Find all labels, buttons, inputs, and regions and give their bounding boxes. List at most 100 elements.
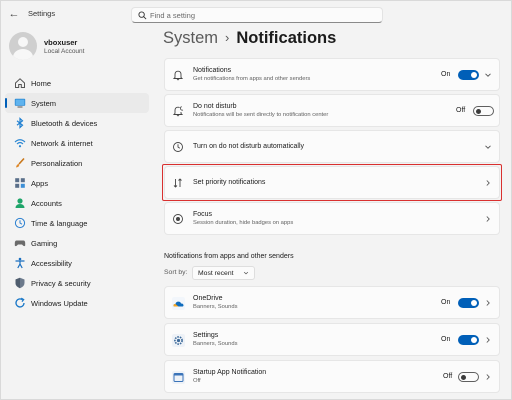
focus-card[interactable]: Focus Session duration, hide badges on a… xyxy=(164,202,500,235)
chevron-down-icon xyxy=(243,271,249,275)
sidebar-item-label: Privacy & security xyxy=(31,279,91,288)
sidebar-item-accounts[interactable]: Accounts xyxy=(5,193,149,213)
card-subtitle: Session duration, hide badges on apps xyxy=(193,220,294,226)
chevron-right-icon[interactable] xyxy=(484,215,492,223)
app-name: Startup App Notification xyxy=(193,369,267,376)
sidebar-item-label: Accounts xyxy=(31,199,62,208)
sidebar-item-privacy-security[interactable]: Privacy & security xyxy=(5,273,149,293)
app-detail: Banners, Sounds xyxy=(193,341,238,347)
page-title: Notifications xyxy=(236,29,337,47)
startup-app-toggle[interactable] xyxy=(458,372,479,382)
app-title: Settings xyxy=(28,9,56,18)
wifi-icon xyxy=(14,139,26,148)
globe-clock-icon xyxy=(14,217,26,229)
chevron-right-icon[interactable] xyxy=(484,336,492,344)
gamepad-icon xyxy=(14,240,26,247)
moon-bell-icon xyxy=(172,106,184,117)
sidebar-nav: Home System Bluetooth & devices Network … xyxy=(5,73,149,313)
onedrive-icon xyxy=(172,297,185,310)
do-not-disturb-card[interactable]: Do not disturb Notifications will be sen… xyxy=(164,94,500,127)
chevron-right-icon[interactable] xyxy=(484,373,492,381)
search-box[interactable] xyxy=(131,7,383,23)
chevron-right-icon[interactable] xyxy=(484,299,492,307)
app-detail: Off xyxy=(193,378,201,384)
sidebar-item-label: Home xyxy=(31,79,52,88)
app-detail: Banners, Sounds xyxy=(193,304,238,310)
avatar xyxy=(9,32,37,60)
notifications-card[interactable]: Notifications Get notifications from app… xyxy=(164,58,500,91)
chevron-right-icon[interactable] xyxy=(484,179,492,187)
onedrive-toggle[interactable] xyxy=(458,298,479,308)
app-name: Settings xyxy=(193,332,219,339)
search-icon xyxy=(138,11,147,20)
breadcrumb-separator: › xyxy=(225,30,230,45)
sidebar-item-personalization[interactable]: Personalization xyxy=(5,153,149,173)
accessibility-icon xyxy=(15,257,25,269)
shield-icon xyxy=(15,277,25,289)
notifications-toggle[interactable] xyxy=(458,70,479,80)
sidebar-item-home[interactable]: Home xyxy=(5,73,149,93)
accounts-icon xyxy=(15,198,25,208)
system-icon xyxy=(14,98,26,108)
sidebar-item-time-language[interactable]: Time & language xyxy=(5,213,149,233)
chevron-down-icon[interactable] xyxy=(484,71,492,79)
account-type: Local Account xyxy=(44,48,85,55)
sidebar-item-label: Windows Update xyxy=(31,299,88,308)
search-input[interactable] xyxy=(150,10,375,21)
app-row-settings[interactable]: Settings Banners, Sounds On xyxy=(164,323,500,356)
app-row-startup-app-notification[interactable]: Startup App Notification Off Off xyxy=(164,360,500,393)
brush-icon xyxy=(16,157,25,168)
card-title: Focus xyxy=(193,211,213,218)
breadcrumb: System › Notifications xyxy=(163,29,336,48)
title-bar: ← Settings xyxy=(1,1,512,27)
toggle-state-label: On xyxy=(441,299,451,306)
update-icon xyxy=(15,297,25,308)
chevron-down-icon[interactable] xyxy=(484,143,492,151)
priority-notifications-card[interactable]: Set priority notifications xyxy=(164,166,500,199)
clock-icon xyxy=(173,142,183,152)
auto-do-not-disturb-card[interactable]: Turn on do not disturb automatically xyxy=(164,130,500,163)
sort-by-value: Most recent xyxy=(198,270,234,277)
sidebar-item-label: Personalization xyxy=(31,159,83,168)
sidebar-item-label: Gaming xyxy=(31,239,58,248)
user-name: vboxuser xyxy=(44,38,78,47)
home-icon xyxy=(15,78,25,88)
sidebar-item-label: Apps xyxy=(31,179,49,188)
settings-app-toggle[interactable] xyxy=(458,335,479,345)
apps-section-title: Notifications from apps and other sender… xyxy=(164,253,294,260)
startup-app-icon xyxy=(172,371,185,384)
do-not-disturb-toggle[interactable] xyxy=(473,106,494,116)
card-title: Turn on do not disturb automatically xyxy=(193,143,305,150)
sort-by-label: Sort by: xyxy=(164,269,188,276)
sort-by-dropdown[interactable]: Most recent xyxy=(192,266,255,280)
toggle-state-label: On xyxy=(441,336,451,343)
sidebar-item-gaming[interactable]: Gaming xyxy=(5,233,149,253)
breadcrumb-parent[interactable]: System xyxy=(163,29,218,47)
sidebar-item-apps[interactable]: Apps xyxy=(5,173,149,193)
sidebar-item-network[interactable]: Network & internet xyxy=(5,133,149,153)
toggle-state-label: Off xyxy=(456,107,466,114)
focus-icon xyxy=(173,214,183,224)
back-arrow-icon[interactable]: ← xyxy=(7,8,21,20)
card-title: Notifications xyxy=(193,67,232,74)
sidebar-item-bluetooth[interactable]: Bluetooth & devices xyxy=(5,113,149,133)
toggle-state-label: Off xyxy=(443,373,453,380)
apps-icon xyxy=(15,178,25,188)
app-name: OneDrive xyxy=(193,295,223,302)
sidebar-item-accessibility[interactable]: Accessibility xyxy=(5,253,149,273)
bluetooth-icon xyxy=(16,117,24,129)
card-subtitle: Notifications will be sent directly to n… xyxy=(193,112,329,118)
app-row-onedrive[interactable]: OneDrive Banners, Sounds On xyxy=(164,286,500,319)
card-title: Do not disturb xyxy=(193,103,237,110)
sidebar-item-label: Time & language xyxy=(31,219,88,228)
toggle-state-label: On xyxy=(441,71,451,78)
sidebar-item-label: Accessibility xyxy=(31,259,72,268)
card-title: Set priority notifications xyxy=(193,179,266,186)
sidebar-item-label: Bluetooth & devices xyxy=(31,119,98,128)
sidebar-item-system[interactable]: System xyxy=(5,93,149,113)
sidebar-item-label: System xyxy=(31,99,57,108)
sidebar-item-windows-update[interactable]: Windows Update xyxy=(5,293,149,313)
card-subtitle: Get notifications from apps and other se… xyxy=(193,76,311,82)
sidebar-item-label: Network & internet xyxy=(31,139,93,148)
bell-icon xyxy=(172,70,184,81)
